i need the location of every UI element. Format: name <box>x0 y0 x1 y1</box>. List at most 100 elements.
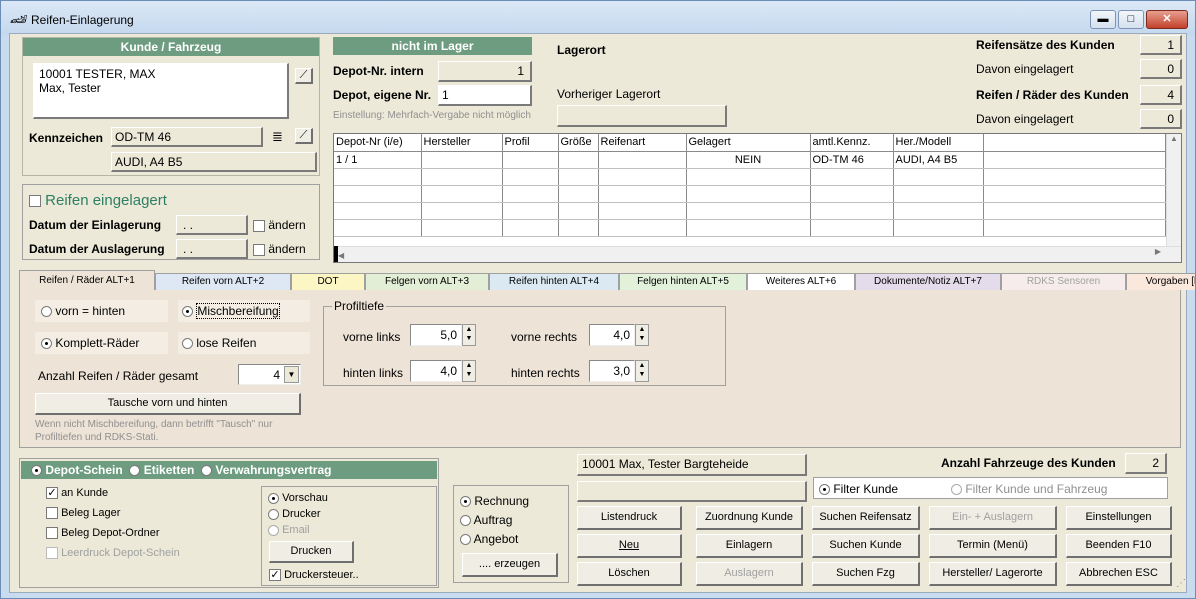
aendern-checkbox-1[interactable] <box>253 219 265 232</box>
table-cell[interactable] <box>502 185 559 203</box>
chevron-down-icon[interactable]: ▼ <box>284 366 299 383</box>
drucker-option[interactable]: Drucker <box>268 508 321 520</box>
edit-vehicle-icon[interactable]: ⟋ <box>295 128 313 144</box>
vorne-rechts-spinner[interactable]: ▲ ▼ <box>635 324 649 346</box>
table-cell[interactable] <box>810 168 894 186</box>
grid-column-header[interactable]: Größe <box>558 134 599 152</box>
table-cell[interactable] <box>502 151 559 169</box>
table-cell[interactable] <box>983 219 1166 237</box>
table-cell[interactable] <box>558 168 599 186</box>
table-cell[interactable] <box>983 202 1166 220</box>
aendern-einlagerung[interactable]: ändern <box>253 218 306 232</box>
vorne-rechts-field[interactable]: 4,0 <box>589 324 635 346</box>
rechnung-option[interactable]: Rechnung <box>460 494 529 508</box>
grid-hscrollbar[interactable]: ◀ ▶ <box>334 246 1181 262</box>
table-cell[interactable] <box>421 202 503 220</box>
rechnung-radio[interactable] <box>460 496 471 508</box>
komplett-option[interactable]: Komplett-Räder <box>35 332 168 354</box>
an-kunde-checkbox[interactable]: ✓ <box>46 487 58 500</box>
grid-column-header[interactable]: amtl.Kennz. <box>810 134 894 152</box>
druckersteuer-option[interactable]: ✓ Druckersteuer.. <box>269 569 359 582</box>
auftrag-option[interactable]: Auftrag <box>460 513 512 527</box>
depot-schein-radio[interactable] <box>31 465 42 477</box>
table-cell[interactable] <box>558 219 599 237</box>
table-cell[interactable] <box>686 219 811 237</box>
beleg-lager-option[interactable]: Beleg Lager <box>46 507 120 520</box>
hinten-links-spinner[interactable]: ▲ ▼ <box>462 360 476 382</box>
druckersteuer-checkbox[interactable]: ✓ <box>269 569 281 582</box>
einstellungen-button[interactable]: Einstellungen <box>1066 506 1172 530</box>
einlagern-button[interactable]: Einlagern <box>696 534 803 558</box>
table-cell[interactable] <box>558 151 599 169</box>
reifen-eingelagert-checkbox[interactable] <box>29 195 41 208</box>
table-cell[interactable] <box>686 168 811 186</box>
ein-auslagern-button[interactable]: Ein- + Auslagern <box>929 506 1057 530</box>
vehicle-field[interactable]: AUDI, A4 B5 <box>111 152 317 172</box>
etiketten-radio[interactable] <box>129 465 141 477</box>
table-cell[interactable] <box>893 219 984 237</box>
beleg-ordner-checkbox[interactable] <box>46 527 58 540</box>
depot-grid[interactable]: Depot-Nr (i/e) Hersteller Profil Größe Reife… <box>333 133 1182 263</box>
termin-button[interactable]: Termin (Menü) <box>929 534 1057 558</box>
edit-customer-icon[interactable]: ⟋ <box>295 68 313 84</box>
vorne-links-field[interactable]: 5,0 <box>410 324 462 346</box>
table-cell[interactable]: NEIN <box>686 151 811 169</box>
auslagerung-date-field[interactable]: . . <box>176 239 248 259</box>
leerdruck-checkbox[interactable] <box>46 547 58 560</box>
table-cell[interactable] <box>810 185 894 203</box>
table-cell[interactable] <box>598 168 687 186</box>
vorne-links-spinner[interactable]: ▲ ▼ <box>462 324 476 346</box>
misch-radio[interactable] <box>182 306 193 318</box>
leerdruck-option[interactable]: Leerdruck Depot-Schein <box>46 547 180 560</box>
filter-kunde-option[interactable]: Filter Kunde <box>819 482 898 496</box>
table-cell[interactable] <box>893 168 984 186</box>
table-cell[interactable] <box>686 202 811 220</box>
tab-6[interactable]: Felgen hinten ALT+5 <box>619 273 747 290</box>
table-cell[interactable] <box>598 219 687 237</box>
suchen-reifensatz-button[interactable]: Suchen Reifensatz <box>812 506 920 530</box>
beleg-lager-checkbox[interactable] <box>46 507 58 520</box>
table-cell[interactable] <box>893 202 984 220</box>
grid-column-header[interactable]: Her./Modell <box>893 134 984 152</box>
grid-column-header[interactable]: Gelagert <box>686 134 811 152</box>
grid-column-header[interactable]: Reifenart <box>598 134 687 152</box>
drucker-radio[interactable] <box>268 508 279 520</box>
table-row[interactable]: 1 / 1 NEIN OD-TM 46 AUDI, A4 B5 <box>334 151 1166 169</box>
loeschen-button[interactable]: Löschen <box>577 562 682 586</box>
listendruck-button[interactable]: Listendruck <box>577 506 682 530</box>
tausche-button[interactable]: Tausche vorn und hinten <box>35 393 301 415</box>
anzahl-gesamt-select[interactable]: 4 ▼ <box>238 364 301 385</box>
table-cell[interactable] <box>421 151 503 169</box>
table-cell[interactable] <box>983 151 1166 169</box>
table-cell[interactable] <box>598 151 687 169</box>
tab-9[interactable]: RDKS Sensoren <box>1001 273 1126 290</box>
hinten-links-field[interactable]: 4,0 <box>410 360 462 382</box>
depot-intern-field[interactable]: 1 <box>438 61 532 82</box>
grid-column-header[interactable]: Hersteller <box>421 134 503 152</box>
tab-3[interactable]: DOT <box>291 273 365 290</box>
vorheriger-lagerort-field[interactable] <box>557 105 727 127</box>
customer-summary-field[interactable]: 10001 Max, Tester Bargteheide <box>577 454 807 476</box>
lose-radio[interactable] <box>182 338 193 350</box>
table-row[interactable] <box>334 202 1166 220</box>
vorschau-radio[interactable] <box>268 492 279 504</box>
table-cell[interactable]: OD-TM 46 <box>810 151 894 169</box>
tab-4[interactable]: Felgen vorn ALT+3 <box>365 273 489 290</box>
table-cell[interactable] <box>598 185 687 203</box>
misch-option[interactable]: Mischbereifung <box>178 300 310 322</box>
filter-kf-option[interactable]: Filter Kunde und Fahrzeug <box>951 482 1107 496</box>
depot-eigene-field[interactable]: 1 <box>438 85 532 106</box>
table-cell[interactable] <box>421 185 503 203</box>
tab-2[interactable]: Reifen vorn ALT+2 <box>155 273 291 290</box>
vorn-hinten-radio[interactable] <box>41 306 52 318</box>
verwahrungsvertrag-radio[interactable] <box>201 465 213 477</box>
reifen-eingelagert-toggle[interactable]: Reifen eingelagert <box>29 192 167 209</box>
kennzeichen-field[interactable]: OD-TM 46 <box>111 127 263 147</box>
angebot-option[interactable]: Angebot <box>460 532 518 546</box>
table-cell[interactable] <box>421 168 503 186</box>
an-kunde-option[interactable]: ✓ an Kunde <box>46 487 108 500</box>
table-cell[interactable] <box>502 168 559 186</box>
beleg-ordner-option[interactable]: Beleg Depot-Ordner <box>46 527 160 540</box>
table-cell[interactable]: AUDI, A4 B5 <box>893 151 984 169</box>
auslagern-button[interactable]: Auslagern <box>696 562 803 586</box>
